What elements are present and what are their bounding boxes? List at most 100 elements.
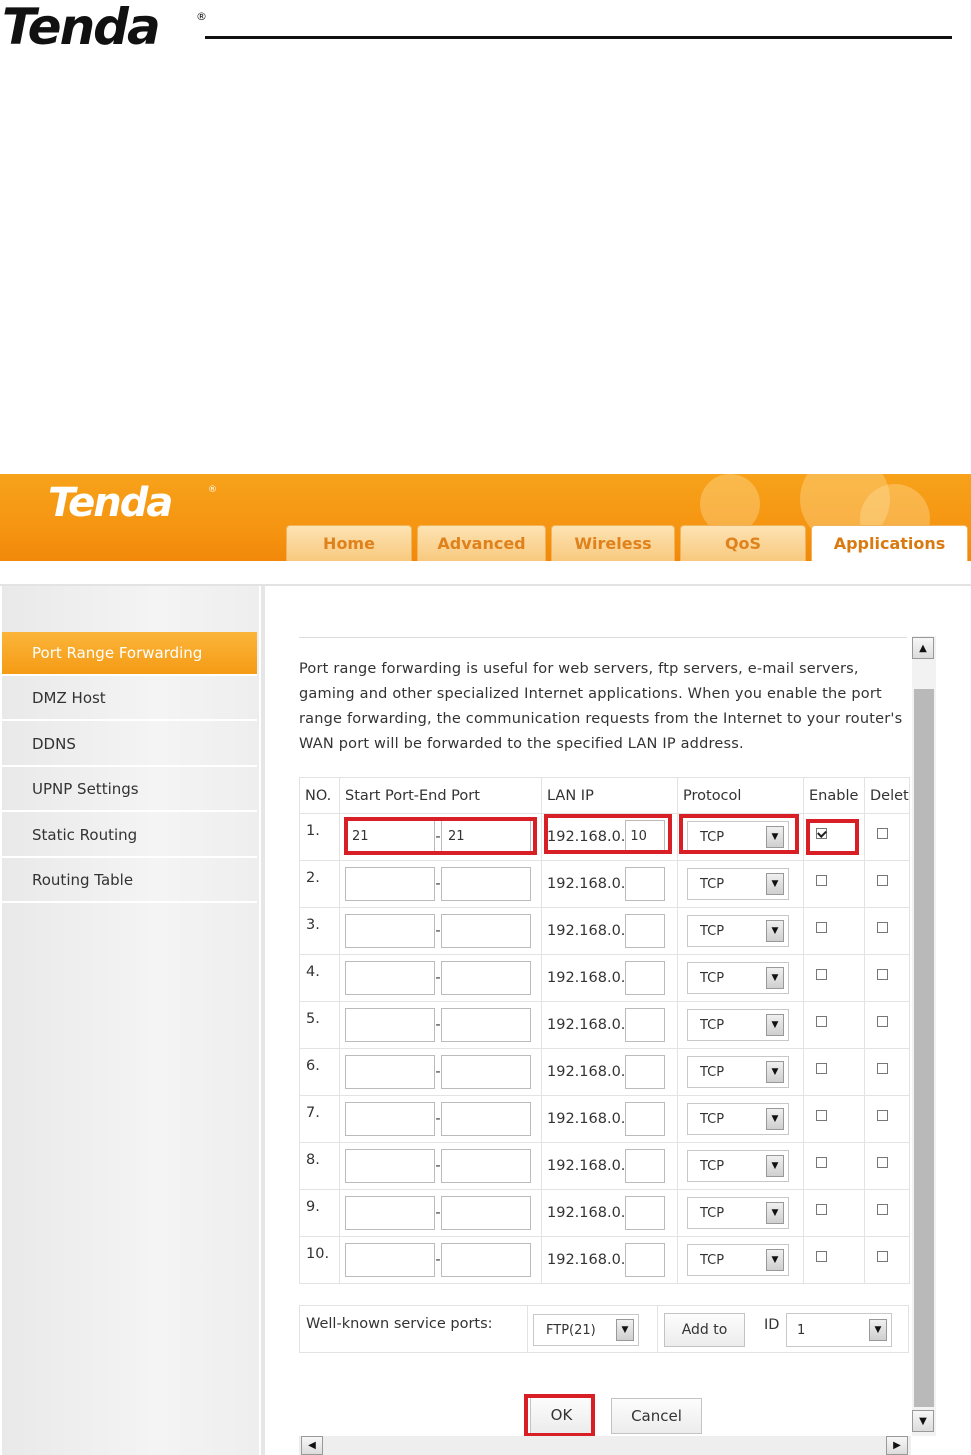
lan-ip-last-octet-input[interactable] xyxy=(625,914,666,948)
start-port-input[interactable] xyxy=(345,1102,435,1136)
scroll-left-icon[interactable]: ◀ xyxy=(301,1436,323,1455)
delete-checkbox[interactable] xyxy=(877,1251,888,1262)
end-port-input[interactable] xyxy=(441,1055,531,1089)
port-range-cell: - xyxy=(339,1189,542,1237)
start-port-input[interactable] xyxy=(345,1149,435,1183)
table-row: 5. -192.168.0. TCP ▼ xyxy=(299,1001,910,1049)
id-select[interactable]: 1 ▼ xyxy=(786,1313,892,1347)
scroll-right-icon[interactable]: ▶ xyxy=(886,1436,908,1455)
add-to-button[interactable]: Add to xyxy=(664,1313,745,1347)
delete-checkbox[interactable] xyxy=(877,1016,888,1027)
protocol-select[interactable]: TCP ▼ xyxy=(687,962,789,994)
delete-cell xyxy=(864,954,910,1002)
delete-checkbox[interactable] xyxy=(877,1204,888,1215)
enable-checkbox[interactable] xyxy=(816,1204,827,1215)
lan-ip-last-octet-input[interactable] xyxy=(625,961,666,995)
sidebar-item-dmz-host[interactable]: DMZ Host xyxy=(2,677,257,721)
lan-ip-last-octet-input[interactable] xyxy=(625,867,666,901)
lan-ip-cell: 192.168.0. xyxy=(541,1095,678,1143)
end-port-input[interactable] xyxy=(441,961,531,995)
lan-ip-last-octet-input[interactable] xyxy=(625,1055,666,1089)
table-row: 6. -192.168.0. TCP ▼ xyxy=(299,1048,910,1096)
table-row: 9. -192.168.0. TCP ▼ xyxy=(299,1189,910,1237)
enable-checkbox[interactable] xyxy=(816,875,827,886)
end-port-input[interactable] xyxy=(441,1102,531,1136)
start-port-input[interactable] xyxy=(345,1055,435,1089)
enable-checkbox[interactable] xyxy=(816,969,827,980)
start-port-input[interactable] xyxy=(345,914,435,948)
start-port-input[interactable] xyxy=(345,961,435,995)
enable-checkbox[interactable] xyxy=(816,1016,827,1027)
end-port-input[interactable] xyxy=(441,1008,531,1042)
delete-checkbox[interactable] xyxy=(877,828,888,839)
end-port-input[interactable] xyxy=(441,914,531,948)
delete-checkbox[interactable] xyxy=(877,1063,888,1074)
scroll-thumb[interactable] xyxy=(914,689,934,1407)
enable-checkbox[interactable] xyxy=(816,1063,827,1074)
lan-ip-cell: 192.168.0. xyxy=(541,1236,678,1284)
header-protocol: Protocol xyxy=(677,777,804,814)
delete-checkbox[interactable] xyxy=(877,969,888,980)
protocol-select[interactable]: TCP ▼ xyxy=(687,1103,789,1135)
delete-checkbox[interactable] xyxy=(877,922,888,933)
lan-ip-last-octet-input[interactable] xyxy=(625,1008,666,1042)
end-port-input[interactable] xyxy=(441,1196,531,1230)
protocol-cell: TCP ▼ xyxy=(677,954,804,1002)
horizontal-scrollbar[interactable] xyxy=(299,1436,911,1455)
enable-checkbox[interactable] xyxy=(816,1251,827,1262)
lan-ip-prefix: 192.168.0. xyxy=(547,1252,626,1268)
cancel-button[interactable]: Cancel xyxy=(611,1398,702,1434)
lan-ip-last-octet-input[interactable] xyxy=(625,1243,666,1277)
start-port-input[interactable] xyxy=(345,867,435,901)
table-row: 2. -192.168.0. TCP ▼ xyxy=(299,860,910,908)
lan-ip-last-octet-input[interactable] xyxy=(625,1196,666,1230)
start-port-input[interactable] xyxy=(345,1243,435,1277)
svg-text:Tenda: Tenda xyxy=(2,0,159,50)
scroll-down-icon[interactable]: ▼ xyxy=(912,1410,934,1432)
tab-applications[interactable]: Applications xyxy=(811,525,968,561)
protocol-value: TCP xyxy=(700,1111,725,1127)
scroll-up-icon[interactable]: ▲ xyxy=(912,637,934,659)
sidebar-item-upnp-settings[interactable]: UPNP Settings xyxy=(2,768,257,812)
protocol-select[interactable]: TCP ▼ xyxy=(687,1056,789,1088)
protocol-select[interactable]: TCP ▼ xyxy=(687,1150,789,1182)
protocol-select[interactable]: TCP ▼ xyxy=(687,1244,789,1276)
tab-advanced[interactable]: Advanced xyxy=(417,525,546,561)
protocol-select[interactable]: TCP ▼ xyxy=(687,915,789,947)
chevron-down-icon: ▼ xyxy=(766,920,784,942)
row-number: 3. xyxy=(299,907,340,955)
start-port-input[interactable] xyxy=(345,1008,435,1042)
end-port-input[interactable] xyxy=(441,867,531,901)
end-port-input[interactable] xyxy=(441,1243,531,1277)
protocol-select[interactable]: TCP ▼ xyxy=(687,1009,789,1041)
row-number: 1. xyxy=(299,813,340,861)
tab-qos[interactable]: QoS xyxy=(680,525,806,561)
delete-checkbox[interactable] xyxy=(877,1157,888,1168)
protocol-select[interactable]: TCP ▼ xyxy=(687,1197,789,1229)
tab-wireless[interactable]: Wireless xyxy=(551,525,675,561)
header-lan-ip: LAN IP xyxy=(541,777,678,814)
sidebar-item-ddns[interactable]: DDNS xyxy=(2,723,257,767)
lan-ip-prefix: 192.168.0. xyxy=(547,1017,626,1033)
description-text: Port range forwarding is useful for web … xyxy=(299,661,903,752)
protocol-select[interactable]: TCP ▼ xyxy=(687,868,789,900)
lan-ip-last-octet-input[interactable] xyxy=(625,1149,666,1183)
sidebar-item-routing-table[interactable]: Routing Table xyxy=(2,859,257,903)
port-range-cell: - xyxy=(339,1142,542,1190)
lan-ip-cell: 192.168.0. xyxy=(541,860,678,908)
enable-checkbox[interactable] xyxy=(816,922,827,933)
port-range-cell: - xyxy=(339,860,542,908)
service-port-select[interactable]: FTP(21) ▼ xyxy=(533,1314,639,1346)
start-port-input[interactable] xyxy=(345,1196,435,1230)
delete-checkbox[interactable] xyxy=(877,875,888,886)
enable-checkbox[interactable] xyxy=(816,1110,827,1121)
end-port-input[interactable] xyxy=(441,1149,531,1183)
lan-ip-last-octet-input[interactable] xyxy=(625,1102,666,1136)
port-range-cell: - xyxy=(339,1048,542,1096)
delete-checkbox[interactable] xyxy=(877,1110,888,1121)
enable-checkbox[interactable] xyxy=(816,1157,827,1168)
enable-cell xyxy=(803,907,865,955)
tab-home[interactable]: Home xyxy=(286,525,412,561)
sidebar-item-static-routing[interactable]: Static Routing xyxy=(2,814,257,858)
sidebar-item-port-range-forwarding[interactable]: Port Range Forwarding xyxy=(2,632,257,676)
